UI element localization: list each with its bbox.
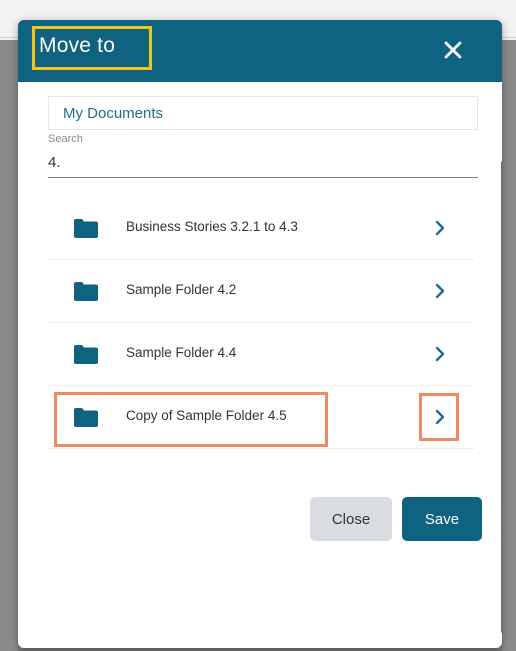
save-button[interactable]: Save bbox=[402, 497, 482, 541]
folder-name-highlight-box bbox=[54, 392, 328, 447]
move-to-dialog: Move to My Documents Search Business Sto… bbox=[18, 20, 502, 648]
dialog-header: Move to bbox=[18, 20, 502, 82]
folder-name: Business Stories 3.2.1 to 4.3 bbox=[126, 219, 298, 234]
chevron-right-icon[interactable] bbox=[432, 345, 448, 363]
close-icon[interactable] bbox=[441, 38, 465, 62]
chevron-right-icon[interactable] bbox=[432, 282, 448, 300]
folder-icon bbox=[74, 219, 98, 238]
search-label: Search bbox=[48, 133, 83, 145]
current-path-label: My Documents bbox=[63, 105, 164, 122]
background-overlay-right bbox=[502, 40, 516, 651]
folder-name: Sample Folder 4.2 bbox=[126, 282, 237, 297]
background-overlay-left bbox=[0, 40, 18, 651]
folder-name: Sample Folder 4.4 bbox=[126, 345, 237, 360]
folder-row[interactable]: Sample Folder 4.4 bbox=[48, 323, 474, 386]
dialog-scrollbar[interactable] bbox=[501, 160, 502, 634]
folder-icon bbox=[74, 345, 98, 364]
folder-row[interactable]: Business Stories 3.2.1 to 4.3 bbox=[48, 197, 474, 260]
folder-icon bbox=[74, 282, 98, 301]
dialog-body: My Documents Search Business Stories 3.2… bbox=[18, 82, 502, 648]
search-input[interactable] bbox=[48, 148, 478, 178]
chevron-right-icon[interactable] bbox=[432, 219, 448, 237]
chevron-highlight-box bbox=[419, 393, 459, 441]
dialog-title: Move to bbox=[39, 34, 116, 57]
current-path[interactable]: My Documents bbox=[48, 96, 478, 130]
folder-row[interactable]: Sample Folder 4.2 bbox=[48, 260, 474, 323]
close-button[interactable]: Close bbox=[310, 497, 392, 541]
